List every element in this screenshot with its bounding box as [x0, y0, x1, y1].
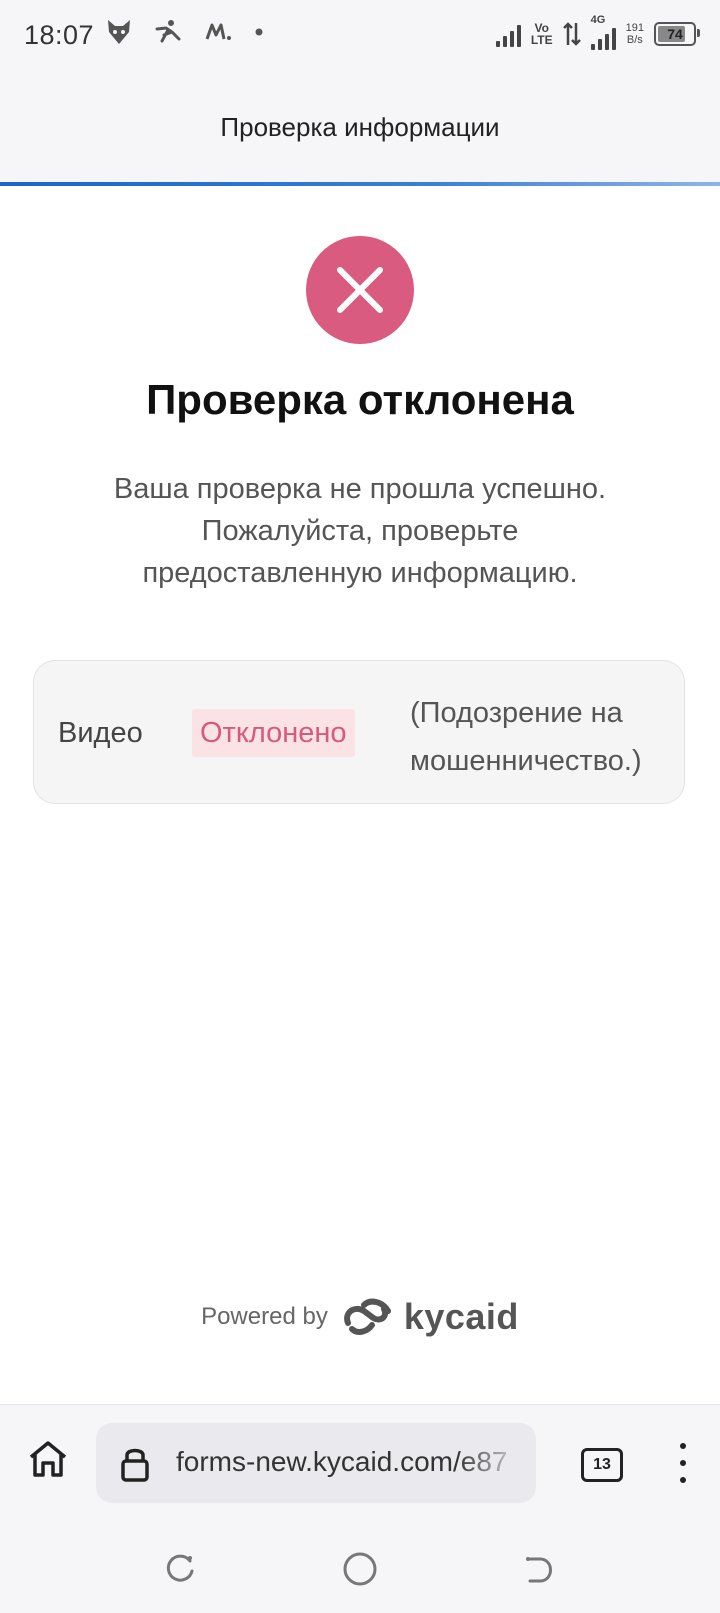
tab-switcher-button[interactable]: 13 — [581, 1448, 623, 1482]
recent-apps-button[interactable] — [160, 1549, 200, 1589]
lock-icon — [121, 1448, 149, 1482]
data-transfer-icon — [562, 22, 581, 46]
dot-icon — [680, 1477, 686, 1483]
result-title: Проверка отклонена — [146, 376, 574, 423]
page-title: Проверка информации — [220, 111, 500, 142]
check-label: Видео — [58, 717, 143, 749]
url-text: forms-new.kycaid.com/e87 — [176, 1446, 508, 1477]
m-app-icon — [205, 23, 231, 40]
rejected-status-icon — [306, 236, 414, 344]
signal-icon — [495, 21, 521, 47]
check-card: Видео Отклонено (Подозрение на мошенниче… — [33, 660, 685, 804]
check-reason: (Подозрение на мошенничество.) — [410, 697, 642, 777]
status-time: 18:07 — [24, 20, 95, 50]
browser-toolbar: forms-new.kycaid.com/e87 13 — [0, 1404, 720, 1613]
system-indicators: Vo LTE 4G 191 B/s 74 — [495, 14, 700, 50]
status-badge: Отклонено — [192, 709, 355, 757]
battery-level: 74 — [667, 26, 683, 42]
close-icon — [337, 267, 383, 313]
runner-app-icon — [155, 20, 181, 43]
more-options-button[interactable] — [668, 1443, 698, 1483]
volte-indicator: Vo LTE — [530, 21, 553, 47]
page-header: Проверка информации — [0, 72, 720, 182]
kycaid-logo: kycaid — [342, 1296, 519, 1338]
progress-bar — [0, 182, 720, 186]
signal-4g-icon: 4G — [590, 14, 616, 50]
battery-icon: 74 — [654, 22, 700, 46]
powered-by: Powered by kycaid — [0, 1296, 720, 1338]
powered-by-text: Powered by — [201, 1303, 328, 1330]
status-bar: 18:07 Vo LTE 4G 191 B/s 74 — [0, 0, 720, 72]
kycaid-logo-icon — [343, 1298, 391, 1335]
system-home-button[interactable] — [340, 1549, 380, 1589]
kycaid-brand-name: kycaid — [403, 1296, 519, 1337]
dot-indicator-icon — [255, 28, 263, 36]
home-icon — [29, 1441, 67, 1477]
back-icon — [526, 1557, 552, 1583]
network-speed: 191 B/s — [625, 22, 644, 46]
fox-app-icon — [108, 20, 130, 44]
home-circle-icon — [343, 1552, 377, 1586]
dot-icon — [680, 1443, 686, 1449]
address-bar[interactable]: forms-new.kycaid.com/e87 — [96, 1423, 536, 1503]
result-description: Ваша проверка не прошла успешно. Пожалуй… — [113, 473, 607, 589]
system-navigation-bar — [0, 1549, 720, 1589]
dot-icon — [680, 1460, 686, 1466]
back-button[interactable] — [520, 1549, 560, 1589]
browser-home-button[interactable] — [24, 1435, 72, 1483]
recent-apps-icon — [166, 1554, 194, 1582]
notification-icons — [106, 18, 264, 46]
